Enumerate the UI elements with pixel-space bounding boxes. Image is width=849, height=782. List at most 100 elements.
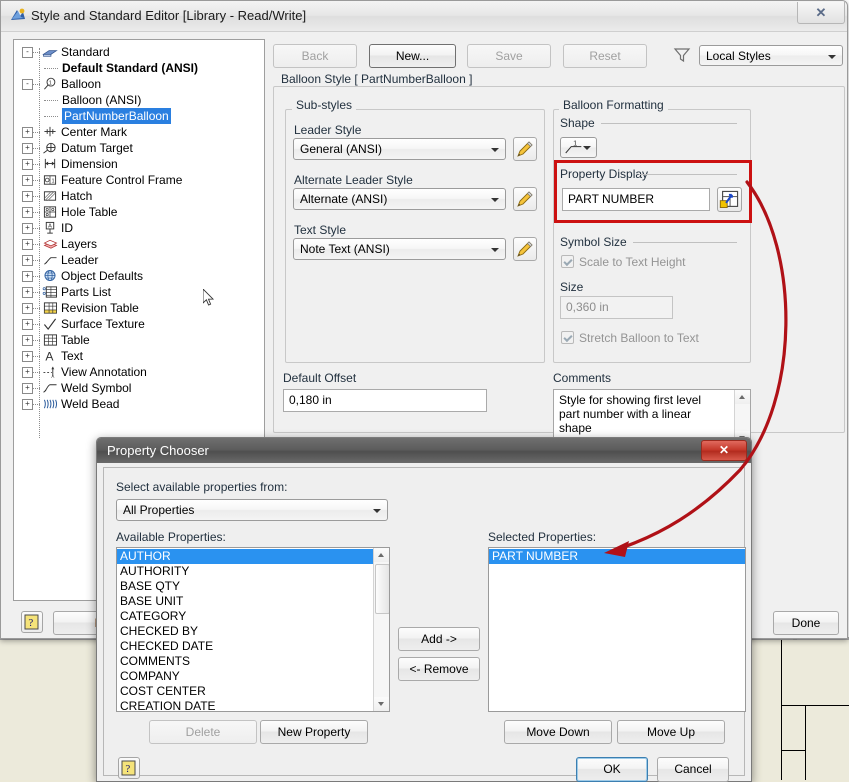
- done-button[interactable]: Done: [773, 611, 839, 635]
- available-list-scrollbar[interactable]: [373, 548, 389, 711]
- property-chooser-help-button[interactable]: ?: [118, 757, 140, 779]
- expand-icon[interactable]: +: [22, 271, 33, 282]
- available-property-item[interactable]: AUTHOR: [117, 549, 373, 564]
- size-label: Size: [560, 280, 584, 294]
- ok-button[interactable]: OK: [576, 757, 648, 782]
- help-button[interactable]: ?: [21, 611, 43, 633]
- tree-item-parts-list[interactable]: + Parts List: [14, 284, 262, 300]
- available-property-item[interactable]: COST CENTER: [117, 684, 373, 699]
- tree-item-center-mark[interactable]: + Center Mark: [14, 124, 262, 140]
- save-button[interactable]: Save: [467, 44, 551, 68]
- available-property-item[interactable]: CHECKED BY: [117, 624, 373, 639]
- alternate-leader-style-dropdown[interactable]: Alternate (ANSI): [293, 188, 506, 210]
- scale-to-text-height-checkbox[interactable]: [561, 255, 574, 268]
- tree-item-partnumberballoon[interactable]: PartNumberBalloon: [14, 108, 262, 124]
- back-button[interactable]: Back: [273, 44, 357, 68]
- expand-icon[interactable]: +: [22, 287, 33, 298]
- tree-item-revision-table[interactable]: + Revision Table: [14, 300, 262, 316]
- text-style-dropdown[interactable]: Note Text (ANSI): [293, 238, 506, 260]
- default-offset-field[interactable]: 0,180 in: [283, 389, 487, 412]
- available-property-item[interactable]: CHECKED DATE: [117, 639, 373, 654]
- expand-icon[interactable]: +: [22, 335, 33, 346]
- remove-button[interactable]: <- Remove: [398, 657, 480, 681]
- scroll-down-button[interactable]: [374, 697, 389, 711]
- style-filter-dropdown[interactable]: Local Styles: [699, 45, 843, 66]
- tree-item-table[interactable]: + Table: [14, 332, 262, 348]
- add-button[interactable]: Add ->: [398, 627, 480, 651]
- scrollbar-thumb[interactable]: [375, 564, 389, 614]
- tree-item-label: Datum Target: [61, 141, 133, 155]
- tree-item-id[interactable]: + A ID: [14, 220, 262, 236]
- expand-icon[interactable]: +: [22, 207, 33, 218]
- selected-property-item[interactable]: PART NUMBER: [489, 549, 745, 564]
- tree-item-default-standard-ansi[interactable]: Default Standard (ANSI): [14, 60, 262, 76]
- delete-button[interactable]: Delete: [149, 720, 257, 744]
- property-display-highlight-box: [554, 160, 752, 223]
- expand-icon[interactable]: +: [22, 159, 33, 170]
- tree-item-layers[interactable]: + Layers: [14, 236, 262, 252]
- available-property-item[interactable]: AUTHORITY: [117, 564, 373, 579]
- tree-item-hole-table[interactable]: + Hole Table: [14, 204, 262, 220]
- tree-item-view-annotation[interactable]: + A View Annotation: [14, 364, 262, 380]
- tree-item-standard[interactable]: - Standard: [14, 44, 262, 60]
- collapse-icon[interactable]: -: [22, 47, 33, 58]
- edit-leader-style-button[interactable]: [513, 137, 537, 161]
- leader-style-dropdown[interactable]: General (ANSI): [293, 138, 506, 160]
- available-property-item[interactable]: BASE UNIT: [117, 594, 373, 609]
- tree-item-dimension[interactable]: + Dimension: [14, 156, 262, 172]
- expand-icon[interactable]: +: [22, 191, 33, 202]
- tree-item-balloon[interactable]: - 1 Balloon: [14, 76, 262, 92]
- scroll-up-button[interactable]: [374, 548, 389, 562]
- available-property-item[interactable]: BASE QTY: [117, 579, 373, 594]
- scroll-up-button[interactable]: [735, 390, 750, 404]
- close-icon[interactable]: ✕: [701, 440, 747, 461]
- tree-item-weld-bead[interactable]: + Weld Bead: [14, 396, 262, 412]
- tree-item-datum-target[interactable]: + Datum Target: [14, 140, 262, 156]
- new-property-button[interactable]: New Property: [260, 720, 368, 744]
- expand-icon[interactable]: +: [22, 127, 33, 138]
- stretch-balloon-to-text-checkbox[interactable]: [561, 331, 574, 344]
- expand-icon[interactable]: +: [22, 367, 33, 378]
- help-icon: ?: [121, 760, 136, 776]
- expand-icon[interactable]: +: [22, 303, 33, 314]
- tree-item-object-defaults[interactable]: + Object Defaults: [14, 268, 262, 284]
- tree-item-hatch[interactable]: + Hatch: [14, 188, 262, 204]
- collapse-icon[interactable]: -: [22, 79, 33, 90]
- expand-icon[interactable]: +: [22, 143, 33, 154]
- new-button[interactable]: New...: [369, 44, 456, 68]
- tree-connector: [33, 404, 40, 405]
- expand-icon[interactable]: +: [22, 399, 33, 410]
- move-up-button[interactable]: Move Up: [617, 720, 725, 744]
- move-down-button[interactable]: Move Down: [504, 720, 612, 744]
- edit-alternate-leader-style-button[interactable]: [513, 187, 537, 211]
- cancel-button[interactable]: Cancel: [657, 757, 729, 782]
- svg-text:A: A: [51, 374, 55, 379]
- available-property-item[interactable]: COMMENTS: [117, 654, 373, 669]
- tree-item-text[interactable]: + A Text: [14, 348, 262, 364]
- tree-item-surface-texture[interactable]: + Surface Texture: [14, 316, 262, 332]
- reset-button[interactable]: Reset: [563, 44, 647, 68]
- available-property-item[interactable]: CREATION DATE: [117, 699, 373, 711]
- edit-text-style-button[interactable]: [513, 237, 537, 261]
- tree-item-leader[interactable]: + Leader: [14, 252, 262, 268]
- tree-item-weld-symbol[interactable]: + Weld Symbol: [14, 380, 262, 396]
- source-dropdown[interactable]: All Properties: [116, 499, 388, 521]
- available-properties-list[interactable]: AUTHOR AUTHORITY BASE QTY BASE UNIT CATEGORY…: [116, 547, 390, 712]
- expand-icon[interactable]: +: [22, 239, 33, 250]
- tree-item-feature-control-frame[interactable]: +1 Feature Control Frame: [14, 172, 262, 188]
- expand-icon[interactable]: +: [22, 383, 33, 394]
- tree-item-balloon-ansi[interactable]: Balloon (ANSI): [14, 92, 262, 108]
- expand-icon[interactable]: +: [22, 255, 33, 266]
- selected-properties-label: Selected Properties:: [488, 530, 597, 544]
- selected-properties-list[interactable]: PART NUMBER: [488, 547, 746, 712]
- shape-dropdown[interactable]: 1: [560, 137, 597, 158]
- balloon-style-group-title: Balloon Style [ PartNumberBalloon ]: [277, 72, 477, 86]
- available-property-item[interactable]: CATEGORY: [117, 609, 373, 624]
- expand-icon[interactable]: +: [22, 175, 33, 186]
- expand-icon[interactable]: +: [22, 223, 33, 234]
- size-field[interactable]: 0,360 in: [560, 296, 673, 319]
- available-property-item[interactable]: COMPANY: [117, 669, 373, 684]
- close-icon[interactable]: ✕: [797, 2, 845, 24]
- expand-icon[interactable]: +: [22, 351, 33, 362]
- expand-icon[interactable]: +: [22, 319, 33, 330]
